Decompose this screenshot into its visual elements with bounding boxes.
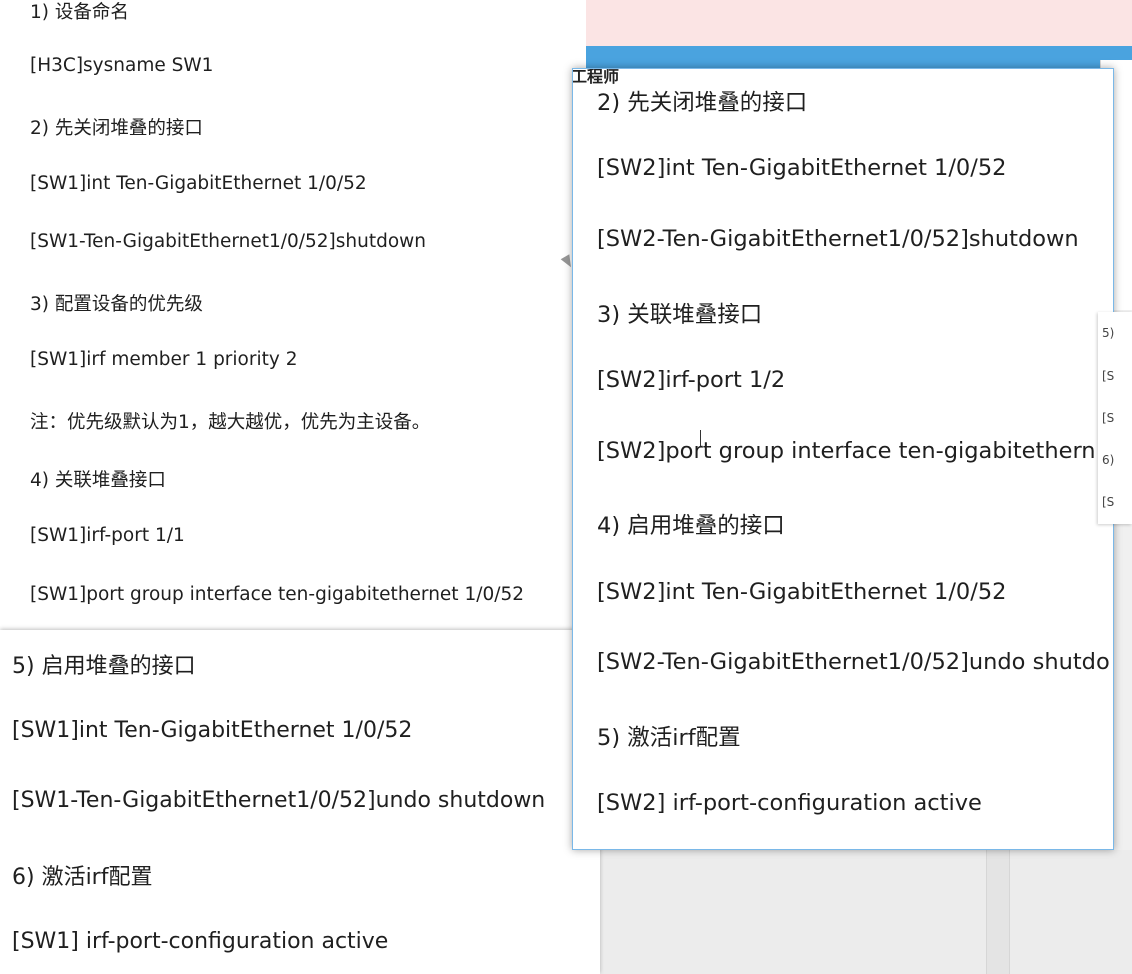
step-heading: 3) 配置设备的优先级 [30, 294, 203, 315]
step-heading: 5) 启用堆叠的接口 [12, 654, 196, 679]
preview-line: 5) [1102, 326, 1115, 340]
command-line: [SW2]int Ten-GigabitEthernet 1/0/52 [597, 155, 1007, 181]
note-text: 注：优先级默认为1，越大越优，优先为主设备。 [30, 412, 431, 433]
background-desktop-area [600, 850, 1132, 974]
preview-line: 6) [1102, 453, 1115, 467]
command-line: [SW2] irf-port-configuration active [597, 790, 982, 816]
step-heading: 3) 关联堆叠接口 [597, 302, 763, 328]
command-line: [SW2-Ten-GigabitEthernet1/0/52]shutdown [597, 226, 1079, 252]
step-heading: 1) 设备命名 [30, 2, 129, 23]
step-heading: 2) 先关闭堆叠的接口 [30, 118, 203, 139]
document-panel-sw1-upper: 1) 设备命名 [H3C]sysname SW1 2) 先关闭堆叠的接口 [SW… [0, 0, 586, 632]
preview-line: [S [1102, 369, 1115, 383]
step-heading: 4) 启用堆叠的接口 [597, 513, 785, 539]
document-window-sw2[interactable]: 工程师 2) 先关闭堆叠的接口 [SW2]int Ten-GigabitEthe… [572, 68, 1114, 850]
preview-line: [S [1102, 411, 1115, 425]
command-line: [SW1]int Ten-GigabitEthernet 1/0/52 [12, 718, 413, 743]
background-header-band [586, 0, 1132, 46]
scrollbar-track[interactable] [986, 850, 1010, 974]
command-line: [SW2]port group interface ten-gigabiteth… [597, 438, 1096, 464]
command-line: [SW2-Ten-GigabitEthernet1/0/52]undo shut… [597, 649, 1110, 675]
command-line: [SW1]irf-port 1/1 [30, 525, 185, 546]
step-heading: 5) 激活irf配置 [597, 725, 741, 751]
step-heading: 4) 关联堆叠接口 [30, 470, 166, 491]
step-heading: 2) 先关闭堆叠的接口 [597, 90, 808, 116]
document-preview-clipped[interactable]: 5) [S [S 6) [S [1098, 312, 1132, 524]
command-line: [SW1-Ten-GigabitEthernet1/0/52]shutdown [30, 231, 427, 252]
command-line: [SW2]int Ten-GigabitEthernet 1/0/52 [597, 579, 1007, 605]
command-line: [SW1]irf member 1 priority 2 [30, 349, 298, 370]
command-line: [SW1-Ten-GigabitEthernet1/0/52]undo shut… [12, 788, 546, 813]
command-line: [H3C]sysname SW1 [30, 55, 214, 76]
text-cursor-icon [700, 430, 701, 446]
command-line: [SW1]port group interface ten-gigabiteth… [30, 584, 524, 605]
document-panel-sw1-lower: 5) 启用堆叠的接口 [SW1]int Ten-GigabitEthernet … [0, 630, 600, 974]
command-line: [SW1]int Ten-GigabitEthernet 1/0/52 [30, 173, 367, 194]
step-heading: 6) 激活irf配置 [12, 865, 153, 890]
command-line: [SW1] irf-port-configuration active [12, 929, 389, 954]
command-line: [SW2]irf-port 1/2 [597, 367, 786, 393]
preview-line: [S [1102, 495, 1115, 509]
